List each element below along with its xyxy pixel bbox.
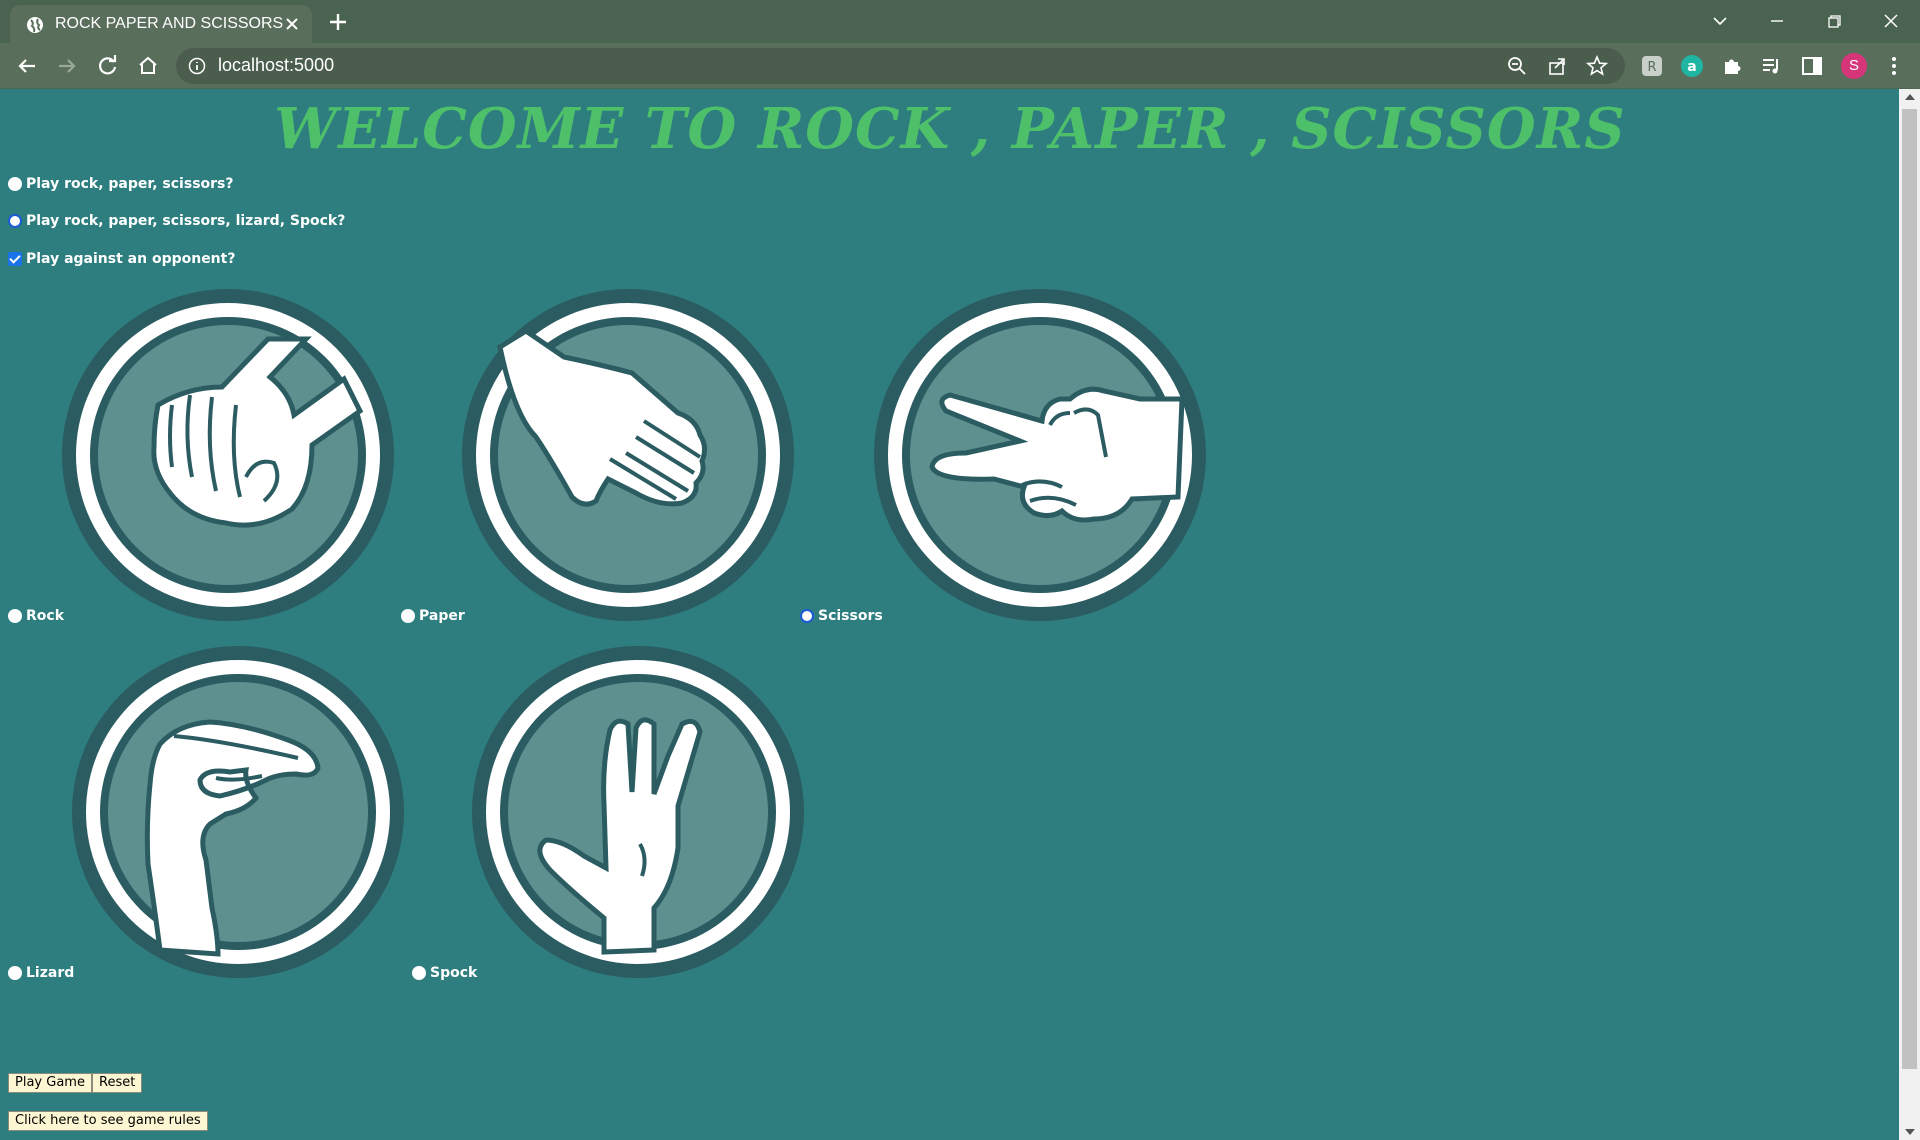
play-game-button[interactable]: Play Game: [8, 1073, 92, 1093]
choice-lizard-label: Lizard: [26, 965, 75, 981]
choice-scissors-radio[interactable]: [800, 609, 814, 623]
option-opponent[interactable]: Play against an opponent?: [8, 248, 235, 270]
browser-tab[interactable]: ROCK PAPER AND SCISSORS: [10, 5, 312, 43]
option-rps-label: Play rock, paper, scissors?: [26, 176, 234, 192]
bookmark-star-icon[interactable]: [1586, 55, 1608, 77]
option-rps-radio[interactable]: [8, 177, 22, 191]
share-icon[interactable]: [1546, 55, 1568, 77]
svg-text:R: R: [1647, 60, 1656, 75]
new-tab-icon[interactable]: [326, 10, 350, 34]
choice-paper-label: Paper: [419, 608, 465, 624]
browser-toolbar: localhost:5000 R a S: [0, 43, 1920, 89]
lizard-hand-icon[interactable]: [70, 644, 406, 980]
globe-icon: [27, 17, 43, 33]
back-icon[interactable]: [13, 52, 41, 80]
forward-icon[interactable]: [53, 52, 81, 80]
choice-spock[interactable]: Spock: [412, 962, 477, 984]
option-rpsls[interactable]: Play rock, paper, scissors, lizard, Spoc…: [8, 210, 345, 232]
page-title: WELCOME TO ROCK , PAPER , SCISSORS: [274, 96, 1626, 162]
option-opponent-label: Play against an opponent?: [26, 251, 236, 267]
paper-hand-icon[interactable]: [460, 287, 796, 623]
address-bar[interactable]: localhost:5000: [176, 48, 1625, 84]
choice-lizard[interactable]: Lizard: [8, 962, 74, 984]
scissors-hand-icon[interactable]: [872, 287, 1208, 623]
choice-scissors-label: Scissors: [818, 608, 883, 624]
toolbar-divider: [0, 88, 1920, 89]
option-rps[interactable]: Play rock, paper, scissors?: [8, 173, 234, 195]
option-rpsls-label: Play rock, paper, scissors, lizard, Spoc…: [26, 213, 346, 229]
url-text: localhost:5000: [218, 55, 335, 75]
extension-a-icon[interactable]: a: [1680, 54, 1704, 78]
browser-tab-strip: ROCK PAPER AND SCISSORS: [0, 0, 1920, 43]
minimize-icon[interactable]: [1764, 8, 1790, 34]
reset-button[interactable]: Reset: [92, 1073, 143, 1093]
close-tab-icon[interactable]: [282, 14, 302, 34]
choice-paper[interactable]: Paper: [401, 605, 465, 627]
site-info-icon[interactable]: [188, 57, 206, 75]
choice-paper-radio[interactable]: [401, 609, 415, 623]
choice-rock-radio[interactable]: [8, 609, 22, 623]
scrollbar-thumb[interactable]: [1902, 109, 1917, 1069]
close-window-icon[interactable]: [1878, 8, 1904, 34]
svg-text:a: a: [1687, 59, 1696, 75]
tab-search-icon[interactable]: [1707, 8, 1733, 34]
choice-rock[interactable]: Rock: [8, 605, 64, 627]
choice-spock-label: Spock: [430, 965, 478, 981]
option-opponent-checkbox[interactable]: [8, 252, 22, 266]
side-panel-icon[interactable]: [1800, 54, 1824, 78]
media-queue-icon[interactable]: [1760, 54, 1784, 78]
reload-icon[interactable]: [94, 52, 122, 80]
choice-rock-label: Rock: [26, 608, 65, 624]
scroll-up-arrow-icon[interactable]: [1905, 94, 1915, 100]
home-icon[interactable]: [134, 52, 162, 80]
menu-kebab-icon[interactable]: [1882, 54, 1906, 78]
rock-hand-icon[interactable]: [60, 287, 396, 623]
scroll-down-arrow-icon[interactable]: [1905, 1129, 1915, 1135]
zoom-icon[interactable]: [1506, 55, 1528, 77]
extension-reader-icon[interactable]: R: [1640, 54, 1664, 78]
restore-icon[interactable]: [1821, 8, 1847, 34]
page-scrollbar[interactable]: [1899, 89, 1920, 1140]
spock-hand-icon[interactable]: [470, 644, 806, 980]
option-rpsls-radio[interactable]: [8, 214, 22, 228]
game-rules-button[interactable]: Click here to see game rules: [8, 1111, 208, 1131]
choice-spock-radio[interactable]: [412, 966, 426, 980]
choice-lizard-radio[interactable]: [8, 966, 22, 980]
choice-scissors[interactable]: Scissors: [800, 605, 883, 627]
profile-avatar[interactable]: S: [1841, 53, 1867, 79]
tab-title: ROCK PAPER AND SCISSORS: [55, 15, 284, 32]
extensions-puzzle-icon[interactable]: [1720, 54, 1744, 78]
